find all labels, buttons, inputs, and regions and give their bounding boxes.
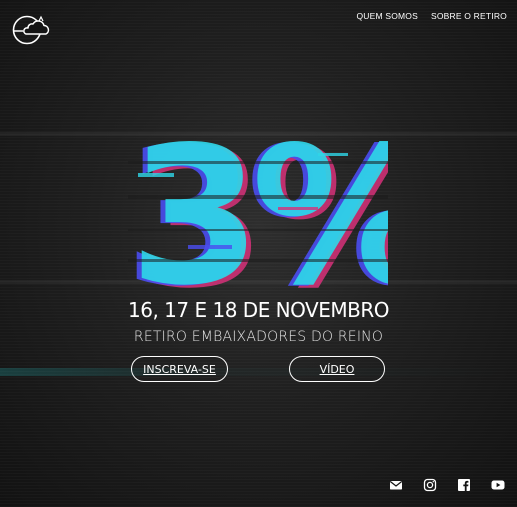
top-nav: QUEM SOMOS SOBRE O RETIRO [356,11,507,21]
glitch-headline: 3% 3% 3% 3% [128,133,388,293]
youtube-link[interactable] [491,478,505,492]
register-button[interactable]: INSCREVA-SE [131,356,228,382]
logo-cloud-icon [12,15,50,45]
svg-text:3%: 3% [129,133,388,293]
youtube-icon [491,480,505,490]
nav-link-sobre-o-retiro[interactable]: SOBRE O RETIRO [431,11,507,21]
headline-cyan-layer: 3% [129,133,388,293]
video-button[interactable]: VÍDEO [289,356,385,382]
instagram-link[interactable] [423,478,437,492]
site-logo[interactable] [12,12,52,46]
nav-link-quem-somos[interactable]: QUEM SOMOS [356,11,418,21]
mail-icon [389,481,403,490]
event-subtitle: RETIRO EMBAIXADORES DO REINO [133,329,384,345]
event-date: 16, 17 E 18 DE NOVEMBRO [128,298,389,322]
social-links [389,478,505,492]
teal-streak [0,368,517,376]
facebook-icon [458,479,470,491]
mail-link[interactable] [389,478,403,492]
instagram-icon [423,478,437,492]
facebook-link[interactable] [457,478,471,492]
